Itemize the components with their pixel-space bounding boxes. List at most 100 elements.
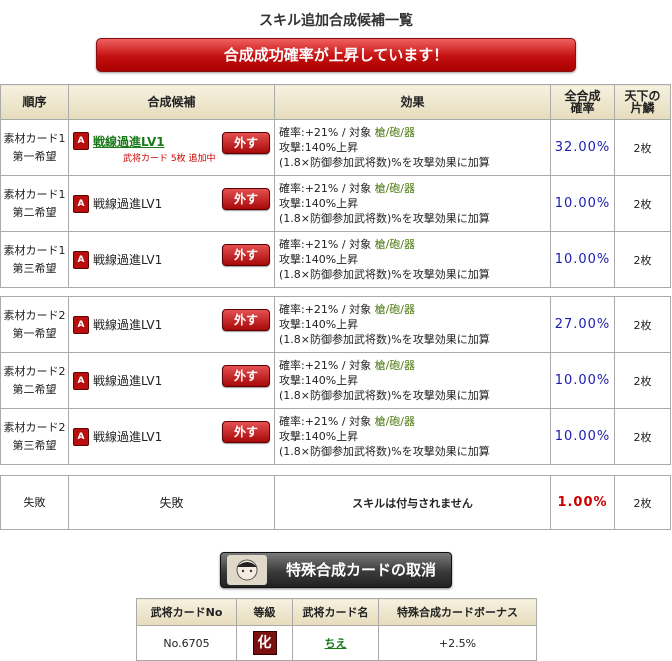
rarity-a-icon: A [73,427,89,446]
effect-cell: 確率:+21% / 対象 槍/砲/器 攻撃:140%上昇 (1.8×防御参加武将… [274,175,551,232]
probability: 10.00% [550,408,615,465]
effect-attack: 攻撃:140%上昇 [279,374,359,387]
header-card-name: 武将カード名 [292,598,379,626]
cost: 2枚 [614,231,671,288]
remove-button[interactable]: 外す [222,132,270,154]
effect-detail: (1.8×防御参加武将数)%を攻撃効果に加算 [279,445,490,458]
cost: 2枚 [614,296,671,353]
card-table-header: 武将カードNo 等級 武将カード名 特殊合成カードボーナス [136,598,537,626]
effect-rate: 確率:+21% / 対象 [279,359,375,372]
order-cell: 素材カード2 第三希望 [0,408,69,465]
cost: 2枚 [614,119,671,176]
skill-name[interactable]: 戦線過進LV1 [93,133,165,150]
card-name-link[interactable]: ちえ [325,637,347,650]
effect-detail: (1.8×防御参加武将数)%を攻撃効果に加算 [279,156,490,169]
remove-button[interactable]: 外す [222,365,270,387]
effect-detail: (1.8×防御参加武将数)%を攻撃効果に加算 [279,268,490,281]
fail-candidate: 失敗 [68,475,275,530]
order-material: 素材カード2 [3,308,66,322]
candidate-cell: A 戦線過進LV1 外す [68,408,275,465]
candidate-cell: A 戦線過進LV1 外す [68,296,275,353]
probability: 27.00% [550,296,615,353]
fail-effect: スキルは付与されません [274,475,551,530]
table-row: 素材カード1 第一希望 A 戦線過進LV1 武将カード 5枚 追加中 外す 確率… [0,119,671,176]
table-row: 素材カード2 第三希望 A 戦線過進LV1 外す 確率:+21% / 対象 槍/… [0,408,671,465]
effect-detail: (1.8×防御参加武将数)%を攻撃効果に加算 [279,333,490,346]
effect-attack: 攻撃:140%上昇 [279,253,359,266]
skill-name: 戦線過進LV1 [93,318,163,332]
portrait-icon [227,555,267,585]
order-cell: 素材カード1 第三希望 [0,231,69,288]
order-cell: 素材カード1 第一希望 [0,119,69,176]
order-cell: 素材カード2 第一希望 [0,296,69,353]
effect-rate: 確率:+21% / 対象 [279,238,375,251]
order-material: 素材カード2 [3,420,66,434]
effect-attack: 攻撃:140%上昇 [279,318,359,331]
effect-rate: 確率:+21% / 対象 [279,415,375,428]
candidate-cell: A 戦線過進LV1 外す [68,175,275,232]
order-material: 素材カード2 [3,364,66,378]
header-order: 順序 [0,84,69,120]
card-bonus: +2.5% [378,625,537,661]
fail-row: 失敗 失敗 スキルは付与されません 1.00% 2枚 [0,475,671,530]
cost: 2枚 [614,352,671,409]
table-row: 素材カード1 第二希望 A 戦線過進LV1 外す 確率:+21% / 対象 槍/… [0,175,671,232]
rarity-a-icon: A [73,132,89,150]
table-row: 素材カード2 第一希望 A 戦線過進LV1 外す 確率:+21% / 対象 槍/… [0,296,671,353]
probability: 32.00% [550,119,615,176]
effect-rate: 確率:+21% / 対象 [279,182,375,195]
candidate-cell: A 戦線過進LV1 外す [68,231,275,288]
remove-button[interactable]: 外す [222,188,270,210]
table-row: 素材カード2 第二希望 A 戦線過進LV1 外す 確率:+21% / 対象 槍/… [0,352,671,409]
header-card-no: 武将カードNo [136,598,237,626]
fail-probability: 1.00% [550,475,615,530]
order-material: 素材カード1 [3,131,66,145]
skill-name: 戦線過進LV1 [93,253,163,267]
order-cell: 素材カード1 第二希望 [0,175,69,232]
row-gap [1,465,671,476]
header-grade: 等級 [236,598,293,626]
effect-troops: 槍/砲/器 [374,415,415,428]
effect-attack: 攻撃:140%上昇 [279,141,359,154]
effect-cell: 確率:+21% / 対象 槍/砲/器 攻撃:140%上昇 (1.8×防御参加武将… [274,231,551,288]
effect-troops: 槍/砲/器 [374,303,415,316]
remove-button[interactable]: 外す [222,244,270,266]
order-preference: 第三希望 [12,261,57,275]
skill-name: 戦線過進LV1 [93,430,163,444]
effect-troops: 槍/砲/器 [374,359,415,372]
order-preference: 第二希望 [12,382,57,396]
rarity-a-icon: A [73,315,89,334]
grade-badge-icon: 化 [252,631,277,655]
cost: 2枚 [614,175,671,232]
candidate-cell: A 戦線過進LV1 外す [68,352,275,409]
table-row: 素材カード1 第三希望 A 戦線過進LV1 外す 確率:+21% / 対象 槍/… [0,231,671,288]
candidate-cell: A 戦線過進LV1 武将カード 5枚 追加中 外す [68,119,275,176]
fail-order: 失敗 [0,475,69,530]
card-no: No.6705 [136,625,237,661]
effect-troops: 槍/砲/器 [374,238,415,251]
fail-cost: 2枚 [614,475,671,530]
cancel-special-card-button[interactable]: 特殊合成カードの取消 [220,552,452,588]
effect-rate: 確率:+21% / 対象 [279,303,375,316]
remove-button[interactable]: 外す [222,421,270,443]
header-bonus: 特殊合成カードボーナス [378,598,537,626]
table-header: 順序 合成候補 効果 全合成 確率 天下の 片鱗 [0,84,671,120]
order-material: 素材カード1 [3,187,66,201]
header-candidate: 合成候補 [68,84,275,120]
remove-button[interactable]: 外す [222,309,270,331]
probability: 10.00% [550,352,615,409]
success-rate-banner: 合成成功確率が上昇しています！ [96,38,576,72]
card-name-cell: ちえ [292,625,379,661]
order-preference: 第一希望 [12,326,57,340]
header-effect: 効果 [274,84,551,120]
effect-cell: 確率:+21% / 対象 槍/砲/器 攻撃:140%上昇 (1.8×防御参加武将… [274,296,551,353]
probability: 10.00% [550,175,615,232]
skill-name: 戦線過進LV1 [93,374,163,388]
effect-detail: (1.8×防御参加武将数)%を攻撃効果に加算 [279,212,490,225]
effect-attack: 攻撃:140%上昇 [279,197,359,210]
card-row: No.6705 化 ちえ +2.5% [136,625,537,661]
page-title: スキル追加合成候補一覧 [259,13,413,29]
row-gap [1,288,671,297]
effect-cell: 確率:+21% / 対象 槍/砲/器 攻撃:140%上昇 (1.8×防御参加武将… [274,408,551,465]
order-material: 素材カード1 [3,243,66,257]
